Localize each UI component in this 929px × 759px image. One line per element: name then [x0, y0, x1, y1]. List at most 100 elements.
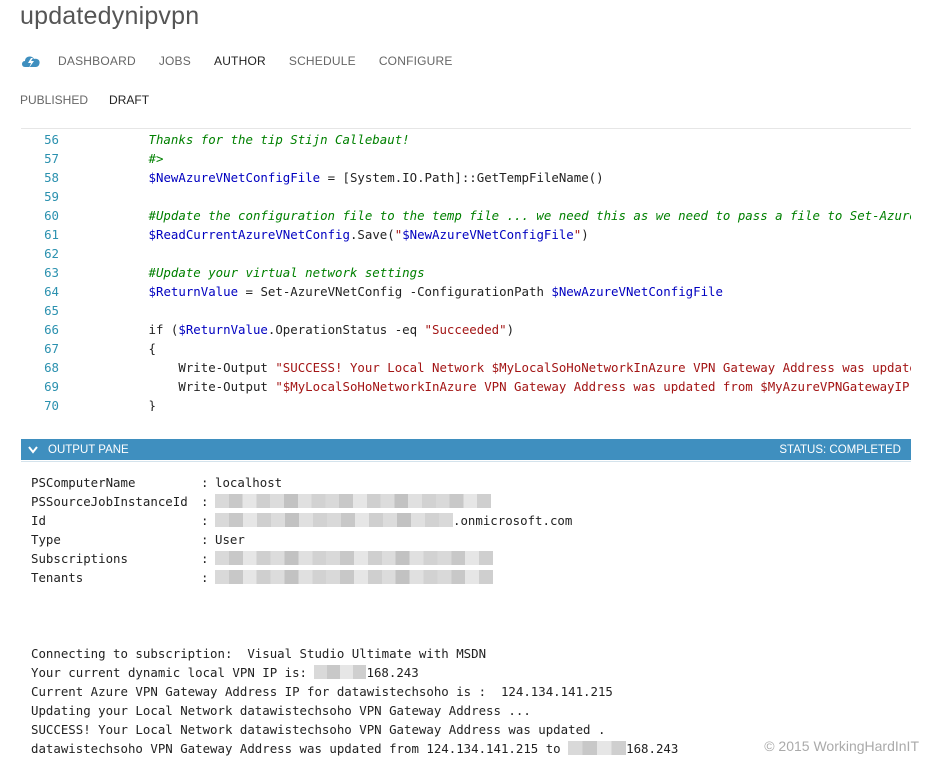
code-token: ): [581, 227, 589, 242]
code-token: .OperationStatus -eq: [267, 322, 425, 337]
subnav-published[interactable]: PUBLISHED: [20, 93, 88, 107]
code-text: }: [59, 396, 156, 411]
property-separator: :: [201, 513, 209, 528]
log-text: SUCCESS! Your Local Network datawistechs…: [31, 722, 606, 737]
property-key: PSComputerName: [31, 475, 136, 490]
log-text: Connecting to subscription: Visual Studi…: [31, 646, 487, 661]
code-token: "SUCCESS! Your Local Network $MyLocalSoH…: [275, 360, 911, 375]
line-number: 59: [44, 189, 59, 204]
code-token: Write-Output: [59, 379, 276, 394]
code-token: "Succeeded": [424, 322, 507, 337]
property-suffix: .onmicrosoft.com: [453, 513, 573, 528]
output-divider: [21, 461, 911, 462]
output-log-line: Updating your Local Network datawistechs…: [31, 701, 531, 720]
log-text: datawistechsoho VPN Gateway Address was …: [31, 741, 569, 756]
code-text: if ($ReturnValue.OperationStatus -eq "Su…: [59, 320, 515, 339]
code-token: $NewAzureVNetConfigFile: [402, 227, 574, 242]
code-token: #Update the configuration file to the te…: [59, 208, 911, 223]
line-number: 58: [44, 170, 59, 185]
code-line: 57 #>: [21, 149, 911, 168]
code-token: .Save(: [349, 227, 395, 242]
property-separator: :: [201, 570, 209, 585]
log-text-suffix: 168.243: [366, 665, 419, 680]
code-text: #Update your virtual network settings: [59, 263, 425, 282]
line-number: 64: [44, 284, 59, 299]
status-badge: STATUS: COMPLETED: [779, 443, 901, 456]
page-title: updatedynipvpn: [20, 2, 200, 30]
output-log-line: Your current dynamic local VPN IP is: 16…: [31, 663, 419, 682]
line-number: 60: [44, 208, 59, 223]
code-token: }: [59, 398, 156, 411]
code-text: {: [59, 339, 156, 358]
output-property-row: PSComputerName: localhost: [31, 473, 282, 492]
code-line: 67 {: [21, 339, 911, 358]
line-number: 70: [44, 398, 59, 411]
code-text: Thanks for the tip Stijn Callebaut!: [59, 130, 410, 149]
code-line: 64 $ReturnValue = Set-AzureVNetConfig -C…: [21, 282, 911, 301]
code-line: 59: [21, 187, 911, 206]
output-property-row: Subscriptions:: [31, 549, 493, 568]
output-log-line: Connecting to subscription: Visual Studi…: [31, 644, 486, 663]
redacted-block: [215, 570, 493, 584]
code-text: $NewAzureVNetConfigFile = [System.IO.Pat…: [59, 168, 604, 187]
nav-author[interactable]: AUTHOR: [214, 54, 266, 68]
redacted-block: [314, 665, 367, 679]
line-number: 68: [44, 360, 59, 375]
code-line: 66 if ($ReturnValue.OperationStatus -eq …: [21, 320, 911, 339]
line-number: 63: [44, 265, 59, 280]
log-text: Your current dynamic local VPN IP is:: [31, 665, 315, 680]
nav-jobs[interactable]: JOBS: [159, 54, 191, 68]
code-token: #>: [59, 151, 164, 166]
property-separator: :: [201, 551, 209, 566]
code-token: $NewAzureVNetConfigFile: [551, 284, 723, 299]
main-nav: DASHBOARD JOBS AUTHOR SCHEDULE CONFIGURE: [20, 52, 476, 70]
chevron-down-icon[interactable]: [28, 445, 38, 454]
output-log-line: datawistechsoho VPN Gateway Address was …: [31, 739, 678, 758]
code-line: 60 #Update the configuration file to the…: [21, 206, 911, 225]
property-key: PSSourceJobInstanceId: [31, 494, 188, 509]
line-number: 69: [44, 379, 59, 394]
code-token: #Update your virtual network settings: [59, 265, 425, 280]
code-line: 62: [21, 244, 911, 263]
log-text: Current Azure VPN Gateway Address IP for…: [31, 684, 613, 699]
output-property-row: Id: .onmicrosoft.com: [31, 511, 572, 530]
code-line: 69 Write-Output "$MyLocalSoHoNetworkInAz…: [21, 377, 911, 396]
code-line: 70 }: [21, 396, 911, 411]
redacted-block: [568, 741, 627, 755]
editor-top-divider: [21, 128, 911, 129]
line-number: 56: [44, 132, 59, 147]
property-separator: :: [201, 532, 209, 547]
code-text: Write-Output "$MyLocalSoHoNetworkInAzure…: [59, 377, 911, 396]
line-number: 67: [44, 341, 59, 356]
code-token: Write-Output: [59, 360, 276, 375]
property-value: localhost: [215, 475, 283, 490]
code-line: 58 $NewAzureVNetConfigFile = [System.IO.…: [21, 168, 911, 187]
property-value: User: [215, 532, 245, 547]
output-log-line: Current Azure VPN Gateway Address IP for…: [31, 682, 613, 701]
code-text: $ReadCurrentAzureVNetConfig.Save("$NewAz…: [59, 225, 589, 244]
code-token: {: [59, 341, 156, 356]
code-token: = [System.IO.Path]::GetTempFileName(): [320, 170, 604, 185]
redacted-block: [215, 551, 493, 565]
nav-schedule[interactable]: SCHEDULE: [289, 54, 356, 68]
code-editor[interactable]: 56 Thanks for the tip Stijn Callebaut! 57…: [21, 130, 911, 411]
code-token: "$MyLocalSoHoNetworkInAzure VPN Gateway …: [275, 379, 911, 394]
code-line: 63 #Update your virtual network settings: [21, 263, 911, 282]
output-property-row: Type: User: [31, 530, 245, 549]
nav-configure[interactable]: CONFIGURE: [379, 54, 453, 68]
property-separator: :: [201, 475, 209, 490]
code-text: #>: [59, 149, 164, 168]
output-pane-label: OUTPUT PANE: [48, 443, 129, 456]
output-pane-header[interactable]: OUTPUT PANE STATUS: COMPLETED: [21, 439, 911, 460]
code-token: = Set-AzureVNetConfig -ConfigurationPath: [238, 284, 552, 299]
line-number: 62: [44, 246, 59, 261]
output-property-row: PSSourceJobInstanceId:: [31, 492, 491, 511]
code-text: $ReturnValue = Set-AzureVNetConfig -Conf…: [59, 282, 723, 301]
code-text: #Update the configuration file to the te…: [59, 206, 911, 225]
cloud-lightning-icon: [22, 56, 40, 68]
nav-dashboard[interactable]: DASHBOARD: [58, 54, 136, 68]
subnav-draft[interactable]: DRAFT: [109, 93, 149, 107]
